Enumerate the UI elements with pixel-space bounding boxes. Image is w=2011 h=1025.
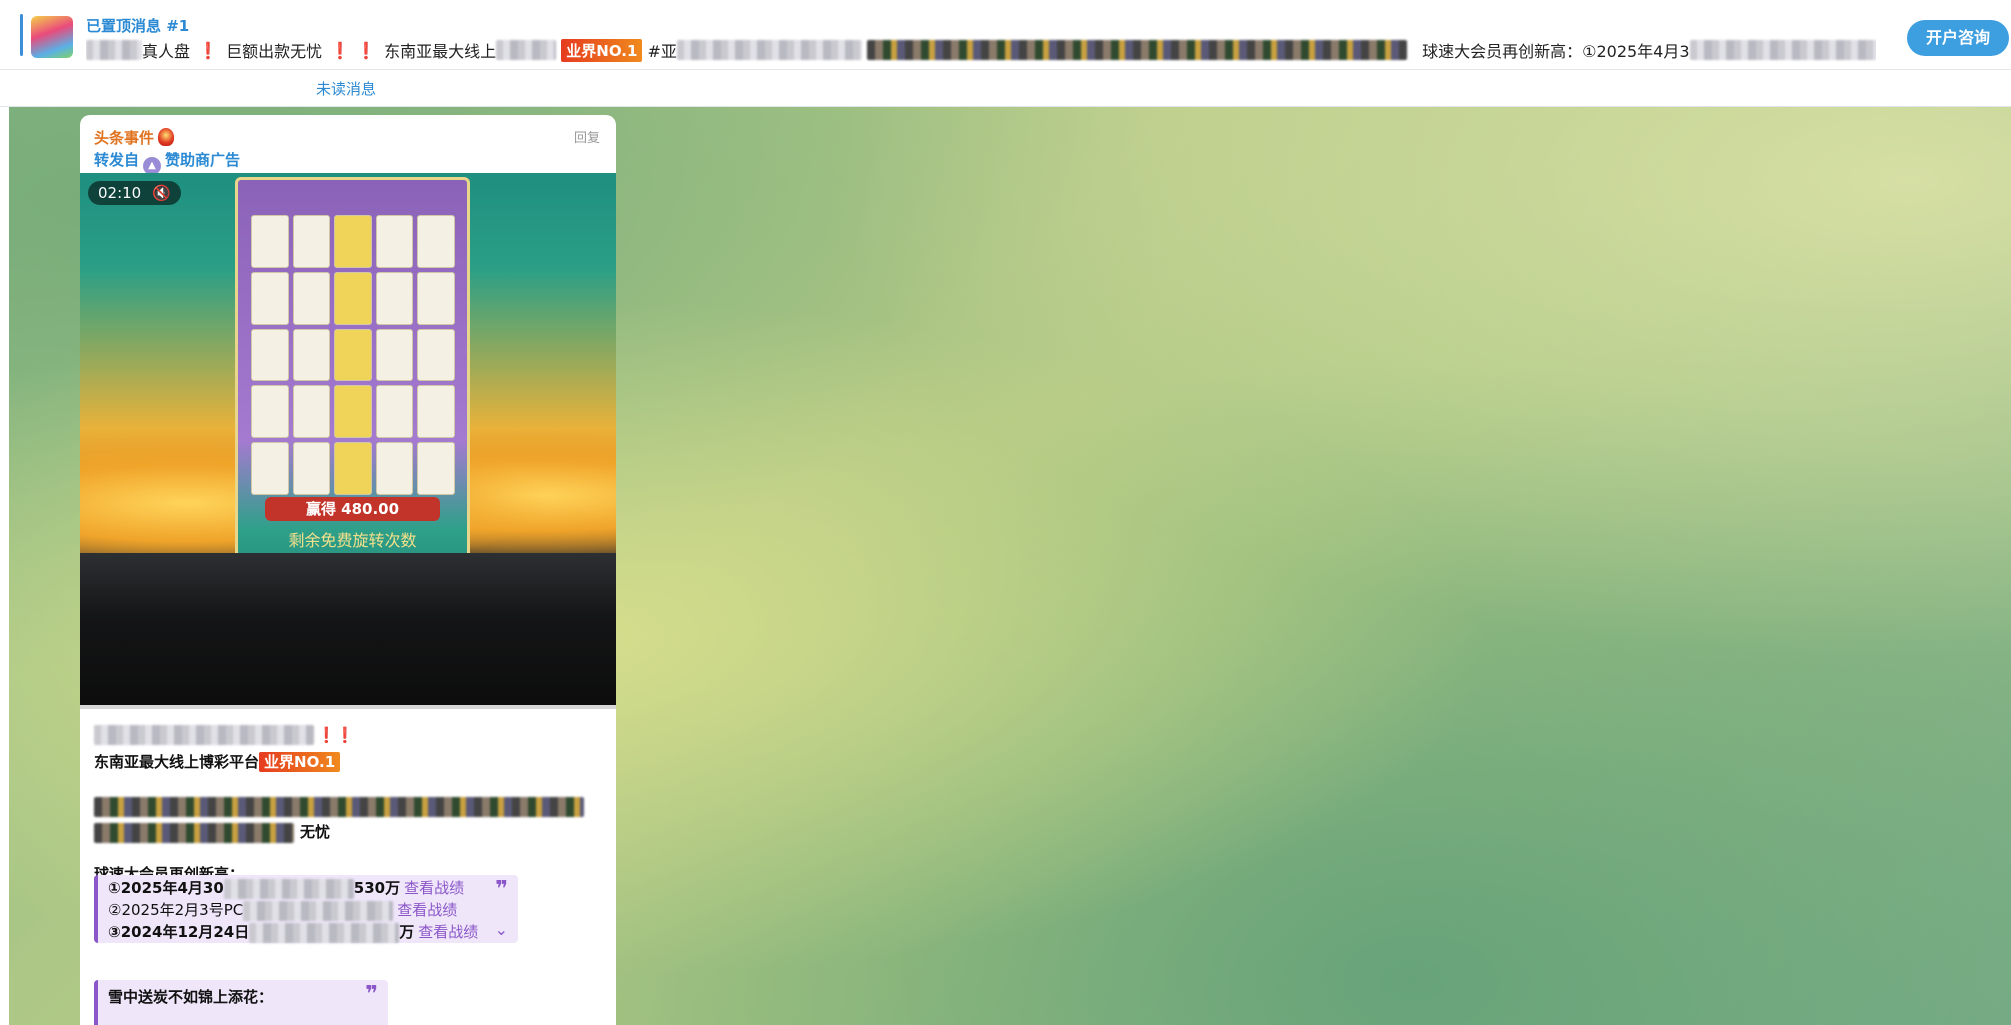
record-row-2: ②2025年2月3号PC 查看战绩	[108, 899, 457, 921]
redacted-text	[86, 40, 142, 60]
duration-text: 02:10	[98, 184, 142, 202]
pinned-message-bar[interactable]: 已置顶消息 #1 真人盘 ❗ 巨额出款无忧 ❗ ❗ 东南亚最大线上 业界NO.1 …	[0, 0, 2011, 70]
view-record-link[interactable]: 查看战绩	[404, 879, 464, 897]
pinned-preview: 真人盘 ❗ 巨额出款无忧 ❗ ❗ 东南亚最大线上 业界NO.1 #亚 球速大会员再…	[86, 38, 1876, 62]
record-1-text: ①2025年4月30	[108, 879, 224, 897]
redacted-text	[1689, 40, 1876, 60]
pinned-seg1: 真人盘	[142, 42, 191, 61]
pinned-seg2: 巨额出款无忧	[226, 42, 323, 61]
channel-name[interactable]: 头条事件	[94, 127, 175, 148]
record-row-1: ①2025年4月30 530万 查看战绩	[108, 877, 464, 899]
record-1-tail: 530万	[353, 879, 401, 897]
pinned-accent-line	[20, 14, 23, 56]
pinned-thumbnail	[31, 16, 73, 58]
quote-icon: ❞	[365, 982, 378, 1007]
text-line-4: 无忧	[94, 821, 330, 843]
text-line-2: 东南亚最大线上博彩平台 业界NO.1	[94, 751, 341, 772]
monitor-bezel	[80, 553, 616, 706]
forward-source: 赞助商广告	[165, 151, 241, 169]
wuyou-text: 无忧	[300, 823, 331, 841]
pinned-seg5: 球速大会员再创新高：①2025年4月3	[1422, 42, 1690, 61]
redacted-text	[249, 922, 400, 943]
record-2-text: ②2025年2月3号PC	[108, 901, 244, 919]
record-3-tail: 万	[399, 923, 415, 941]
game-board: 赢得 480.00 剩余免费旋转次数	[235, 177, 470, 617]
record-3-text: ③2024年12月24日	[108, 923, 250, 941]
redacted-text	[94, 797, 584, 817]
redacted-text	[867, 40, 1408, 60]
forwarded-from[interactable]: 转发自 ▲ 赞助商广告	[94, 149, 240, 175]
record-row-3: ③2024年12月24日 万查看战绩	[108, 921, 478, 943]
second-quote-title: 雪中送炭不如锦上添花：	[108, 988, 274, 1006]
text-line-1: ❗❗	[94, 725, 357, 745]
reply-button[interactable]: 回复	[574, 127, 600, 146]
redacted-text	[243, 900, 394, 921]
badge-no1: 业界NO.1	[561, 38, 643, 62]
video-player[interactable]: 赢得 480.00 剩余免费旋转次数 02:10 🔇	[80, 173, 616, 706]
platform-text: 东南亚最大线上博彩平台	[94, 753, 260, 771]
view-record-link[interactable]: 查看战绩	[418, 923, 478, 941]
open-account-button[interactable]: 开户咨询	[1907, 20, 2009, 56]
chevron-down-icon[interactable]: ⌄	[495, 920, 508, 939]
unread-divider: 未读消息	[0, 70, 2011, 107]
speaker-muted-icon[interactable]: 🔇	[152, 184, 171, 202]
video-progress-track[interactable]	[80, 705, 616, 709]
records-quote[interactable]: ①2025年4月30 530万 查看战绩 ②2025年2月3号PC 查看战绩 ③202…	[94, 875, 518, 943]
exclamation-icon: ❗	[356, 40, 377, 60]
view-record-link[interactable]: 查看战绩	[397, 901, 457, 919]
exclamation-icon: ❗	[330, 40, 351, 60]
pinned-seg4: #亚	[647, 42, 677, 61]
pinned-seg3: 东南亚最大线上	[384, 42, 497, 61]
quote-icon: ❞	[495, 877, 508, 902]
redacted-text	[496, 40, 557, 60]
exclamation-icon: ❗❗	[317, 725, 355, 744]
exclamation-icon: ❗	[198, 40, 219, 60]
channel-name-text: 头条事件	[94, 129, 155, 147]
redacted-text	[223, 878, 354, 899]
mahjong-tile-grid	[251, 215, 455, 495]
message-bubble[interactable]: 头条事件 回复 转发自 ▲ 赞助商广告 赢得 480.00 剩余免费旋转次数 02:…	[80, 115, 616, 1025]
video-duration[interactable]: 02:10 🔇	[88, 181, 181, 205]
win-amount: 赢得 480.00	[265, 497, 440, 521]
second-quote[interactable]: 雪中送炭不如锦上添花： ❞	[94, 980, 388, 1025]
pinned-title: 已置顶消息 #1	[86, 17, 190, 35]
redacted-text	[676, 40, 862, 60]
forward-prefix: 转发自	[94, 151, 140, 169]
unread-label: 未读消息	[316, 80, 377, 98]
redacted-text	[94, 822, 294, 843]
redacted-text	[94, 725, 314, 745]
lantern-icon	[158, 128, 175, 146]
badge-no1: 业界NO.1	[259, 752, 341, 772]
text-line-3	[94, 797, 584, 817]
